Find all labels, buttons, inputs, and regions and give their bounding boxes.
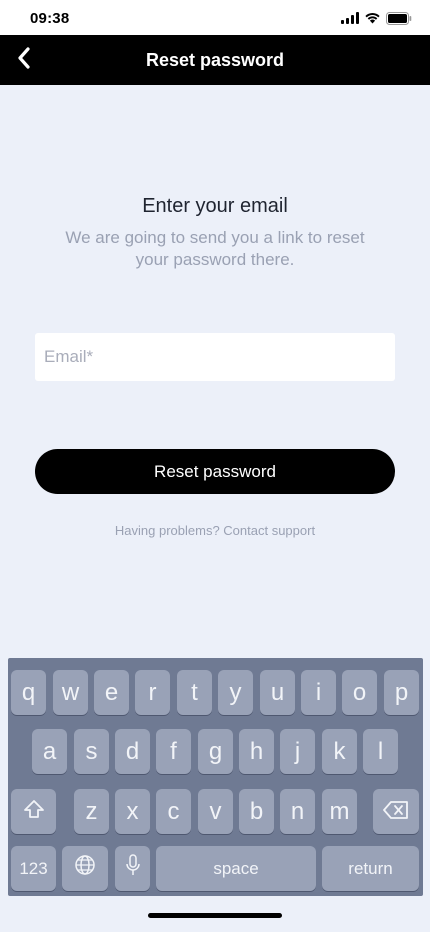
key-w[interactable]: w: [53, 670, 88, 715]
email-field[interactable]: [35, 333, 395, 381]
contact-support-link[interactable]: Having problems? Contact support: [0, 523, 430, 538]
nav-bar: Reset password: [0, 35, 430, 85]
wifi-icon: [364, 12, 381, 24]
shift-icon: [23, 798, 45, 826]
form-description: We are going to send you a link to reset…: [65, 228, 365, 269]
microphone-key[interactable]: [115, 846, 150, 891]
shift-key[interactable]: [11, 789, 56, 834]
globe-key[interactable]: [62, 846, 108, 891]
key-t[interactable]: t: [177, 670, 212, 715]
key-s[interactable]: s: [74, 729, 109, 774]
home-indicator: [148, 913, 282, 918]
key-x[interactable]: x: [115, 789, 150, 834]
key-g[interactable]: g: [198, 729, 233, 774]
email-field-container: [35, 333, 395, 381]
microphone-icon: [125, 853, 141, 884]
key-p[interactable]: p: [384, 670, 419, 715]
key-v[interactable]: v: [198, 789, 233, 834]
signal-icon: [341, 12, 359, 24]
key-e[interactable]: e: [94, 670, 129, 715]
status-time: 09:38: [30, 10, 70, 27]
key-r[interactable]: r: [135, 670, 170, 715]
key-h[interactable]: h: [239, 729, 274, 774]
page-title: Reset password: [145, 50, 285, 70]
key-d[interactable]: d: [115, 729, 150, 774]
space-key[interactable]: space: [156, 846, 316, 891]
status-bar: 09:38: [0, 0, 430, 35]
key-u[interactable]: u: [260, 670, 295, 715]
backspace-key[interactable]: [373, 789, 419, 834]
reset-password-button[interactable]: Reset password: [35, 449, 395, 494]
form-heading: Enter your email: [142, 195, 288, 217]
key-c[interactable]: c: [156, 789, 191, 834]
key-y[interactable]: y: [218, 670, 253, 715]
key-a[interactable]: a: [32, 729, 67, 774]
key-n[interactable]: n: [280, 789, 315, 834]
key-l[interactable]: l: [363, 729, 398, 774]
key-z[interactable]: z: [74, 789, 109, 834]
numbers-key[interactable]: 123: [11, 846, 56, 891]
key-o[interactable]: o: [342, 670, 377, 715]
keyboard: q w e r t y u i o p a s d f g h j k l z …: [8, 658, 423, 896]
key-q[interactable]: q: [11, 670, 46, 715]
key-i[interactable]: i: [301, 670, 336, 715]
key-b[interactable]: b: [239, 789, 274, 834]
battery-icon: [386, 11, 412, 25]
globe-icon: [74, 854, 96, 883]
key-k[interactable]: k: [322, 729, 357, 774]
status-icons: [341, 11, 412, 25]
return-key[interactable]: return: [322, 846, 419, 891]
key-m[interactable]: m: [322, 789, 357, 834]
key-f[interactable]: f: [156, 729, 191, 774]
backspace-icon: [383, 798, 409, 826]
key-j[interactable]: j: [280, 729, 315, 774]
